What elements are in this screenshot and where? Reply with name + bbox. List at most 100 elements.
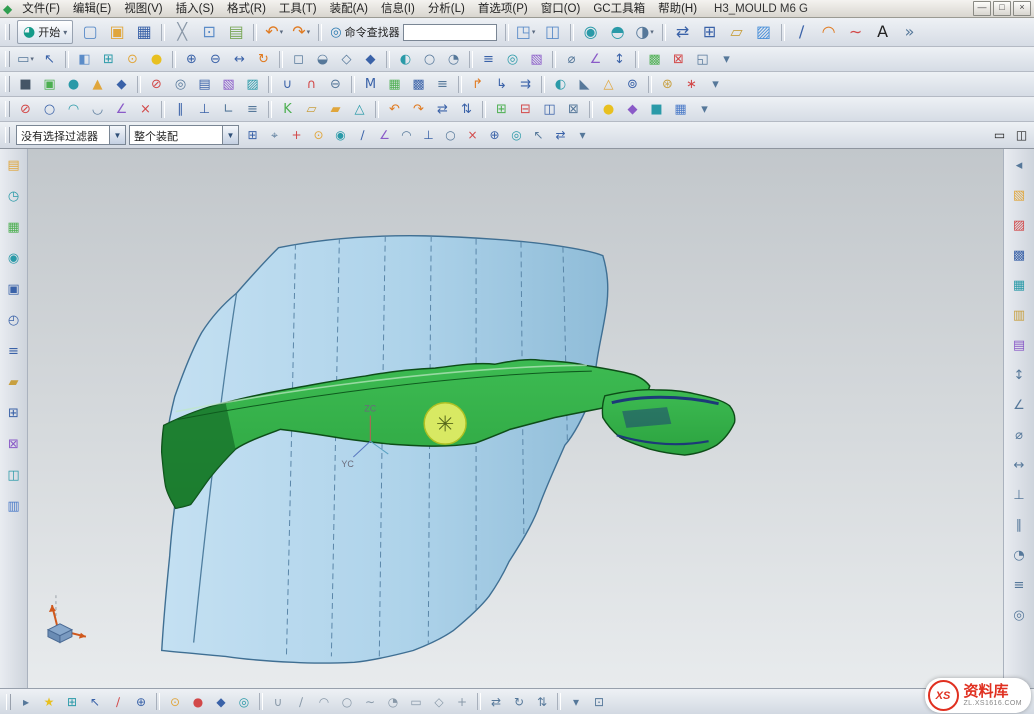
zoom-in-icon[interactable]: ⊕: [180, 48, 203, 71]
close-button[interactable]: ×: [1013, 1, 1031, 16]
select-mode-icon[interactable]: ↖: [528, 125, 549, 146]
menu-item[interactable]: 装配(A): [324, 1, 374, 17]
fillet-icon[interactable]: ◡: [86, 98, 109, 121]
scale-body-icon[interactable]: ⊛: [656, 73, 679, 96]
compass-icon[interactable]: ⊕: [130, 691, 152, 713]
curve-arc-icon[interactable]: ◠: [313, 691, 335, 713]
snap-grid-icon[interactable]: ⊞: [61, 691, 83, 713]
draft-icon[interactable]: △: [597, 73, 620, 96]
measure-angle-icon[interactable]: ∠: [1008, 394, 1031, 417]
curve-line-icon[interactable]: ∕: [290, 691, 312, 713]
assembly-navigator-icon[interactable]: ▤: [2, 154, 25, 177]
toolbar-grip[interactable]: [5, 51, 10, 67]
roles-icon[interactable]: ⊞: [2, 402, 25, 425]
move-object-icon[interactable]: ⇄: [485, 691, 507, 713]
view-cube-blue-icon[interactable]: ▩: [1008, 244, 1031, 267]
window-button[interactable]: ◳: [513, 19, 539, 45]
perpendicular-icon[interactable]: ⊥: [193, 98, 216, 121]
info-icon[interactable]: ◎: [1008, 604, 1031, 627]
circle-snap-icon[interactable]: ○: [440, 125, 461, 146]
shaded-ball-icon[interactable]: ◓: [605, 19, 631, 45]
new-button[interactable]: ▢: [77, 19, 103, 45]
expand-bottom-icon[interactable]: ▾: [565, 691, 587, 713]
selection-highlight[interactable]: [424, 403, 466, 444]
view-gallery-icon[interactable]: ▣: [2, 278, 25, 301]
pan-icon[interactable]: ↔: [228, 48, 251, 71]
front-view-icon[interactable]: ◻: [287, 48, 310, 71]
arc-icon[interactable]: ◠: [62, 98, 85, 121]
text-tool-button[interactable]: A: [870, 19, 896, 45]
direct-sketch-icon[interactable]: ▭: [14, 48, 37, 71]
pattern-icon[interactable]: ▦: [383, 73, 406, 96]
keypoint-icon[interactable]: ●: [597, 98, 620, 121]
menu-item[interactable]: 文件(F): [16, 1, 66, 17]
menu-item[interactable]: 窗口(O): [535, 1, 587, 17]
vertex-icon[interactable]: ◆: [621, 98, 644, 121]
hidden-edges-icon[interactable]: ◔: [442, 48, 465, 71]
toolbar-grip[interactable]: [5, 127, 10, 143]
full-screen-icon[interactable]: ◫: [1011, 125, 1032, 146]
menu-item[interactable]: 帮助(H): [652, 1, 703, 17]
menu-item[interactable]: 插入(S): [170, 1, 220, 17]
system-scene-icon[interactable]: ⊠: [2, 433, 25, 456]
part-navigator-icon[interactable]: ▦: [2, 216, 25, 239]
intersect-curve-icon[interactable]: ▰: [324, 98, 347, 121]
offset-surface-icon[interactable]: ⇉: [514, 73, 537, 96]
block-icon[interactable]: ▣: [38, 73, 61, 96]
web-browser-icon[interactable]: ◫: [2, 464, 25, 487]
perp-filter-icon[interactable]: ⊥: [418, 125, 439, 146]
shell-icon[interactable]: ▨: [241, 73, 264, 96]
pin-icon[interactable]: ⊡: [588, 691, 610, 713]
center-point-icon[interactable]: ⊕: [484, 125, 505, 146]
mirror-feature-icon[interactable]: M: [359, 73, 382, 96]
cone-icon[interactable]: ▲: [86, 73, 109, 96]
trimetric-view-icon[interactable]: ◆: [359, 48, 382, 71]
show-icon[interactable]: ⊞: [490, 98, 513, 121]
viewport-3d[interactable]: ZC YC: [28, 149, 1003, 688]
select-arrow-icon[interactable]: ↖: [38, 48, 61, 71]
menu-item[interactable]: 视图(V): [118, 1, 168, 17]
measure-length-icon[interactable]: ↔: [1008, 454, 1031, 477]
menu-item[interactable]: 工具(T): [273, 1, 323, 17]
curve-rect-icon[interactable]: ▭: [405, 691, 427, 713]
view-layout-icon[interactable]: ◫: [540, 19, 566, 45]
curve-spline-icon[interactable]: ∼: [359, 691, 381, 713]
command-finder-input[interactable]: [403, 24, 497, 41]
zoom-out-icon[interactable]: ⊖: [204, 48, 227, 71]
undo-small-icon[interactable]: ↶: [383, 98, 406, 121]
more-commands-icon[interactable]: »: [897, 19, 923, 45]
hole-icon[interactable]: ⊘: [145, 73, 168, 96]
toggle-palette-icon[interactable]: ▸: [15, 691, 37, 713]
redo-button[interactable]: ↷: [288, 19, 314, 45]
toolbar-grip[interactable]: [5, 76, 10, 92]
open-button[interactable]: ▣: [104, 19, 130, 45]
circle-tool-icon[interactable]: ○: [38, 98, 61, 121]
assembly-constraints-icon[interactable]: ⊞: [697, 19, 723, 45]
spline-tool-icon[interactable]: ∼: [843, 19, 869, 45]
move-component-icon[interactable]: ⇄: [670, 19, 696, 45]
cross-snap-icon[interactable]: ×: [462, 125, 483, 146]
quick-trim-icon[interactable]: K: [276, 98, 299, 121]
menu-item[interactable]: GC工具箱: [587, 1, 651, 17]
cut-button[interactable]: ╳: [169, 19, 195, 45]
layer-settings-icon[interactable]: ≡: [477, 48, 500, 71]
angle-filter-icon[interactable]: ∠: [374, 125, 395, 146]
toolbar-grip[interactable]: [5, 24, 10, 40]
crosshair-icon[interactable]: ⌖: [264, 125, 285, 146]
split-body-icon[interactable]: ↳: [490, 73, 513, 96]
edge-blend-icon[interactable]: ◐: [549, 73, 572, 96]
dynamic-pan-icon[interactable]: ⇅: [531, 691, 553, 713]
chamfer-icon[interactable]: ◣: [573, 73, 596, 96]
view-cube-teal-icon[interactable]: ▦: [1008, 274, 1031, 297]
rib-icon[interactable]: ▧: [217, 73, 240, 96]
constraint-navigator-icon[interactable]: ◷: [2, 185, 25, 208]
circle-filter-icon[interactable]: ◉: [330, 125, 351, 146]
measure-icon[interactable]: ⌀: [560, 48, 583, 71]
curve-polygon-icon[interactable]: ◇: [428, 691, 450, 713]
measure-distance-icon[interactable]: ↕: [1008, 364, 1031, 387]
view-cube-yellow-icon[interactable]: ▥: [1008, 304, 1031, 327]
restore-button[interactable]: □: [993, 1, 1011, 16]
align-icon[interactable]: ⇅: [455, 98, 478, 121]
endpoint-snap-icon[interactable]: ●: [187, 691, 209, 713]
history-icon[interactable]: ◴: [2, 309, 25, 332]
